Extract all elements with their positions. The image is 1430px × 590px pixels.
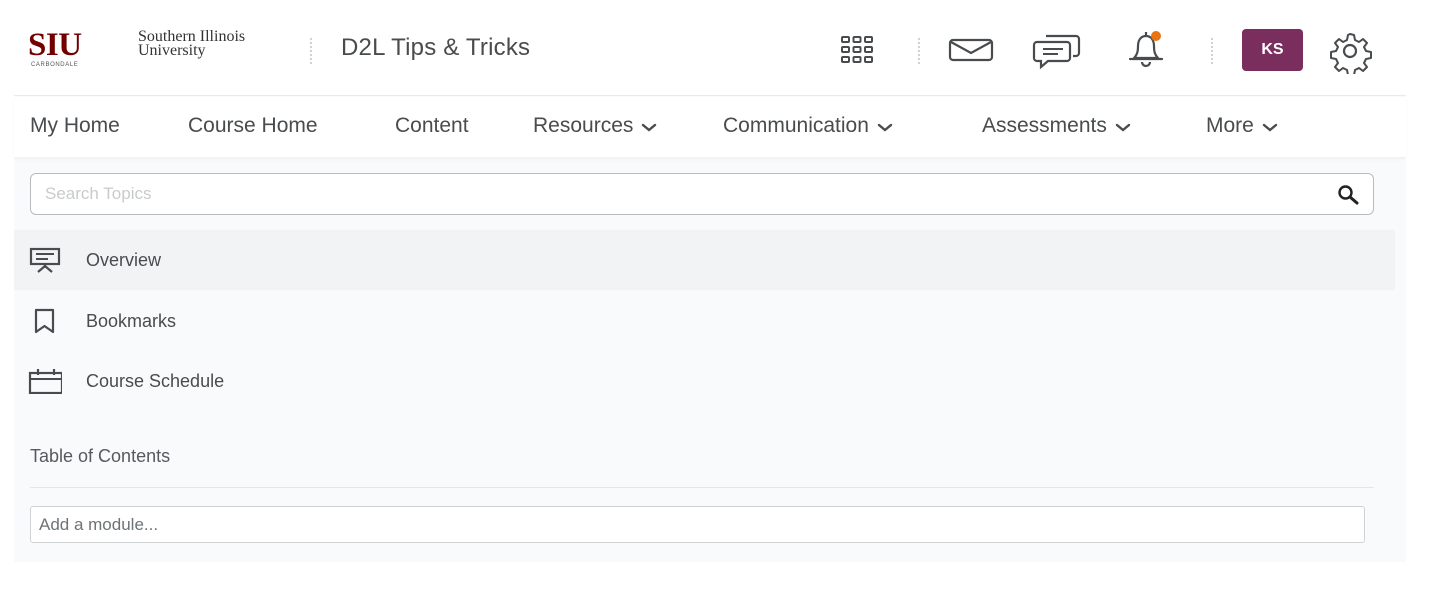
presentation-icon	[28, 247, 62, 273]
nav-label: More	[1206, 114, 1254, 137]
chat-icon[interactable]	[1032, 30, 1082, 70]
nav-more[interactable]: More	[1206, 114, 1278, 138]
nav-course-home[interactable]: Course Home	[188, 114, 318, 138]
notification-dot	[1151, 31, 1161, 41]
nav-resources[interactable]: Resources	[533, 114, 657, 138]
nav-label: Content	[395, 114, 469, 137]
gear-icon[interactable]	[1326, 28, 1374, 74]
top-header: SIU CARBONDALE Southern Illinois Univers…	[14, 0, 1406, 96]
sidebar-item-course-schedule[interactable]: Course Schedule	[14, 351, 1395, 411]
sidebar-item-bookmarks[interactable]: Bookmarks	[14, 291, 1395, 351]
search-topics-box	[30, 173, 1374, 215]
mail-icon[interactable]	[947, 34, 995, 66]
waffle-grid-icon[interactable]	[837, 34, 877, 66]
add-module-input[interactable]	[31, 507, 1364, 542]
nav-label: My Home	[30, 114, 120, 137]
add-module-box	[30, 506, 1365, 543]
chevron-down-icon	[877, 123, 893, 132]
header-divider	[918, 38, 920, 64]
sidebar-item-label: Overview	[86, 249, 162, 270]
chevron-down-icon	[1262, 123, 1278, 132]
header-divider	[310, 38, 312, 64]
nav-assessments[interactable]: Assessments	[982, 114, 1131, 138]
sidebar-item-label: Bookmarks	[86, 310, 177, 331]
nav-label: Resources	[533, 114, 634, 137]
nav-content[interactable]: Content	[395, 114, 469, 138]
logo-mark: SIU	[28, 27, 82, 63]
nav-label: Assessments	[982, 114, 1107, 137]
chevron-down-icon	[1115, 123, 1131, 132]
nav-label: Communication	[723, 114, 869, 137]
logo-subtitle: CARBONDALE	[31, 62, 79, 68]
logo-university-line2: University	[138, 42, 206, 59]
toc-divider	[30, 487, 1374, 488]
bookmark-icon	[28, 308, 62, 334]
search-input[interactable]	[45, 174, 1315, 214]
toc-heading: Table of Contents	[30, 446, 171, 466]
nav-communication[interactable]: Communication	[723, 114, 893, 138]
siu-logo[interactable]: SIU CARBONDALE Southern Illinois Univers…	[28, 28, 298, 72]
search-icon[interactable]	[1337, 184, 1359, 206]
calendar-icon	[28, 368, 64, 395]
header-divider	[1211, 38, 1213, 64]
user-avatar[interactable]: KS	[1242, 29, 1303, 71]
nav-label: Course Home	[188, 114, 318, 137]
d2l-content-frame: SIU CARBONDALE Southern Illinois Univers…	[14, 0, 1406, 562]
course-navbar: My Home Course Home Content Resources Co…	[14, 97, 1406, 157]
bell-icon[interactable]	[1122, 28, 1168, 70]
nav-my-home[interactable]: My Home	[30, 114, 120, 138]
chevron-down-icon	[642, 123, 657, 132]
sidebar-item-overview[interactable]: Overview	[14, 230, 1395, 290]
logo-university-name: Southern Illinois University	[138, 29, 245, 59]
course-title[interactable]: D2L Tips & Tricks	[341, 34, 530, 62]
sidebar-item-label: Course Schedule	[86, 370, 225, 391]
